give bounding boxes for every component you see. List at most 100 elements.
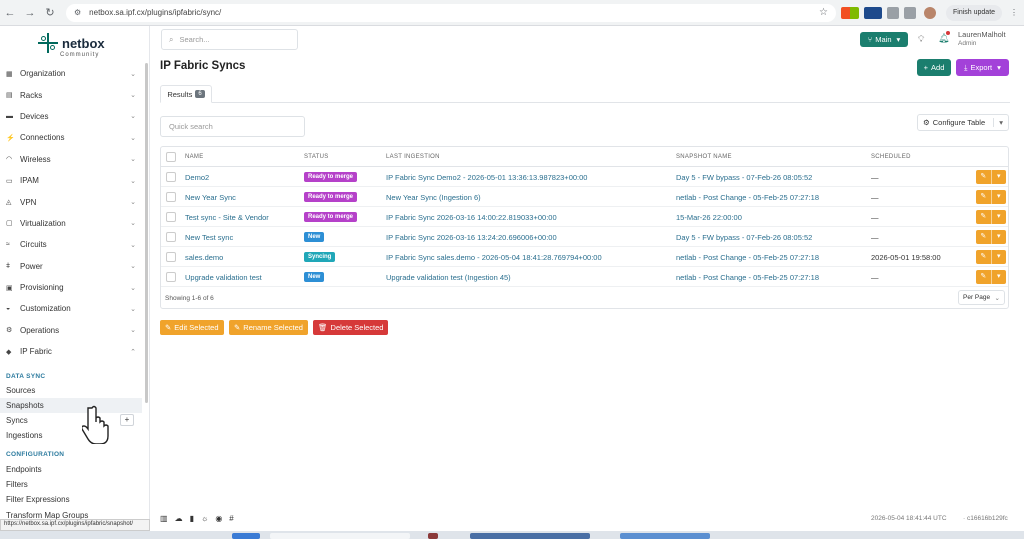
- global-search-input[interactable]: ⌕ Search...: [161, 29, 298, 50]
- settings-sun-icon[interactable]: ☼: [201, 514, 208, 523]
- delete-selected-button[interactable]: 🗑︎ Delete Selected: [313, 320, 389, 335]
- chevron-down-icon[interactable]: ▾: [990, 270, 1007, 284]
- sidebar-item-operations[interactable]: ⚙ Operations ⌄: [0, 320, 142, 341]
- sidebar-item-organization[interactable]: ▦ Organization ⌄: [0, 63, 142, 84]
- chevron-down-icon[interactable]: ▾: [990, 170, 1007, 184]
- finish-update-button[interactable]: Finish update: [946, 4, 1003, 21]
- select-all-checkbox[interactable]: [166, 152, 176, 162]
- github-icon[interactable]: ◉: [215, 514, 222, 523]
- configure-table-button[interactable]: ⚙ Configure Table ▾: [917, 114, 1009, 131]
- sync-name-link[interactable]: New Test sync: [185, 233, 233, 242]
- edit-pencil-icon[interactable]: ✎: [976, 190, 991, 204]
- sidebar-item-ipam[interactable]: ▭ IPAM ⌄: [0, 170, 142, 191]
- edit-pencil-icon[interactable]: ✎: [976, 210, 991, 224]
- row-checkbox[interactable]: [166, 232, 176, 242]
- per-page-select[interactable]: Per Page ⌄: [958, 290, 1005, 305]
- row-checkbox[interactable]: [166, 252, 176, 262]
- sidebar-link-ingestions[interactable]: Ingestions: [0, 428, 142, 443]
- extensions-puzzle-icon[interactable]: [887, 6, 899, 19]
- extension-icon[interactable]: [864, 6, 882, 19]
- snapshot-name-link[interactable]: Day 5 - FW bypass - 07-Feb-26 08:05:52: [676, 233, 812, 242]
- sidebar-item-vpn[interactable]: ◬ VPN ⌄: [0, 191, 142, 212]
- sidebar-item-ip-fabric[interactable]: ◆ IP Fabric ⌃: [0, 341, 142, 362]
- netbox-logo[interactable]: netbox: [38, 33, 105, 53]
- row-checkbox[interactable]: [166, 172, 176, 182]
- sync-name-link[interactable]: sales.demo: [185, 253, 223, 262]
- tab-results[interactable]: Results 6: [160, 85, 212, 103]
- sidebar-item-racks[interactable]: ▤ Racks ⌄: [0, 84, 142, 105]
- edit-selected-button[interactable]: ✎ Edit Selected: [160, 320, 224, 335]
- taskbar-search[interactable]: [270, 533, 410, 539]
- row-checkbox[interactable]: [166, 272, 176, 282]
- address-bar[interactable]: ⚙ netbox.sa.ipf.cx/plugins/ipfabric/sync…: [66, 3, 836, 22]
- last-ingestion-link[interactable]: IP Fabric Sync 2026-03-16 14:00:22.81903…: [386, 213, 557, 222]
- taskbar-app[interactable]: [428, 533, 438, 539]
- chevron-down-icon[interactable]: ▾: [990, 250, 1007, 264]
- export-button[interactable]: ⤓ Export ▾: [956, 59, 1009, 76]
- last-ingestion-link[interactable]: IP Fabric Sync Demo2 - 2026-05-01 13:36:…: [386, 173, 587, 182]
- cloud-api-icon[interactable]: ☁: [175, 514, 183, 523]
- taskbar-app[interactable]: [232, 533, 260, 539]
- sync-name-link[interactable]: Demo2: [185, 173, 209, 182]
- sidebar-item-customization[interactable]: ◒ Customization ⌄: [0, 298, 142, 319]
- lightbulb-icon[interactable]: 💡︎: [918, 34, 924, 45]
- user-name[interactable]: LaurenMalholt: [958, 30, 1006, 39]
- reload-icon[interactable]: ↻: [40, 6, 60, 19]
- edit-pencil-icon[interactable]: ✎: [976, 250, 991, 264]
- column-header-scheduled[interactable]: SCHEDULED: [871, 154, 911, 160]
- taskbar-app[interactable]: [620, 533, 710, 539]
- last-ingestion-link[interactable]: IP Fabric Sync 2026-03-16 13:24:20.69600…: [386, 233, 557, 242]
- chevron-down-icon[interactable]: ▾: [993, 118, 1003, 127]
- sidebar-item-circuits[interactable]: ≈ Circuits ⌄: [0, 234, 142, 255]
- snapshot-name-link[interactable]: netlab - Post Change - 05-Feb-25 07:27:1…: [676, 193, 819, 202]
- sidebar-link-filters[interactable]: Filters: [0, 477, 142, 492]
- sidebar-item-devices[interactable]: ▬ Devices ⌄: [0, 106, 142, 127]
- sidebar-link-filter-expressions[interactable]: Filter Expressions: [0, 492, 142, 507]
- last-ingestion-link[interactable]: New Year Sync (Ingestion 6): [386, 193, 481, 202]
- snapshot-name-link[interactable]: Day 5 - FW bypass - 07-Feb-26 08:05:52: [676, 173, 812, 182]
- chevron-down-icon[interactable]: ▾: [990, 210, 1007, 224]
- edit-pencil-icon[interactable]: ✎: [976, 270, 991, 284]
- sidebar-item-connections[interactable]: ⚡ Connections ⌄: [0, 127, 142, 148]
- sidebar-link-syncs[interactable]: Syncs +: [0, 413, 142, 428]
- edit-pencil-icon[interactable]: ✎: [976, 230, 991, 244]
- taskbar-app[interactable]: [470, 533, 590, 539]
- row-checkbox[interactable]: [166, 192, 176, 202]
- rename-selected-button[interactable]: ✎ Rename Selected: [229, 320, 308, 335]
- sidebar-link-sources[interactable]: Sources: [0, 383, 142, 398]
- back-icon[interactable]: ←: [0, 7, 20, 19]
- sidebar-link-snapshots[interactable]: Snapshots: [0, 398, 142, 413]
- forward-icon[interactable]: →: [20, 7, 40, 19]
- column-header-last-ingestion[interactable]: LAST INGESTION: [386, 154, 440, 160]
- add-button[interactable]: + Add: [917, 59, 951, 76]
- extension-icon[interactable]: [841, 6, 859, 19]
- column-header-name[interactable]: NAME: [185, 154, 204, 160]
- sidebar-scrollbar[interactable]: [145, 63, 148, 403]
- sidepanel-icon[interactable]: [904, 6, 916, 19]
- more-menu-icon[interactable]: ⋮: [1010, 8, 1018, 17]
- graphql-icon[interactable]: ▮: [190, 514, 194, 523]
- chevron-down-icon[interactable]: ▾: [990, 230, 1007, 244]
- snapshot-name-link[interactable]: netlab - Post Change - 05-Feb-25 07:27:1…: [676, 253, 819, 262]
- add-sync-button[interactable]: +: [120, 414, 134, 426]
- row-checkbox[interactable]: [166, 212, 176, 222]
- sidebar-item-power[interactable]: ǂ Power ⌄: [0, 256, 142, 277]
- sidebar-link-endpoints[interactable]: Endpoints: [0, 462, 142, 477]
- profile-avatar[interactable]: [924, 6, 936, 19]
- sync-name-link[interactable]: Test sync - Site & Vendor: [185, 213, 269, 222]
- docs-book-icon[interactable]: ▥: [160, 514, 168, 523]
- sidebar-item-provisioning[interactable]: ▣ Provisioning ⌄: [0, 277, 142, 298]
- last-ingestion-link[interactable]: IP Fabric Sync sales.demo - 2026-05-04 1…: [386, 253, 602, 262]
- sidebar-item-wireless[interactable]: ◠ Wireless ⌄: [0, 149, 142, 170]
- sidebar-item-virtualization[interactable]: ▢ Virtualization ⌄: [0, 213, 142, 234]
- column-header-status[interactable]: STATUS: [304, 154, 329, 160]
- site-settings-icon[interactable]: ⚙: [74, 8, 81, 17]
- last-ingestion-link[interactable]: Upgrade validation test (Ingestion 45): [386, 273, 511, 282]
- snapshot-name-link[interactable]: netlab - Post Change - 05-Feb-25 07:27:1…: [676, 273, 819, 282]
- branch-selector-button[interactable]: ⑂ Main ▾: [860, 32, 908, 47]
- snapshot-name-link[interactable]: 15-Mar-26 22:00:00: [676, 213, 742, 222]
- quick-search-input[interactable]: Quick search: [160, 116, 305, 137]
- slack-icon[interactable]: #: [229, 514, 233, 523]
- edit-pencil-icon[interactable]: ✎: [976, 170, 991, 184]
- sync-name-link[interactable]: Upgrade validation test: [185, 273, 262, 282]
